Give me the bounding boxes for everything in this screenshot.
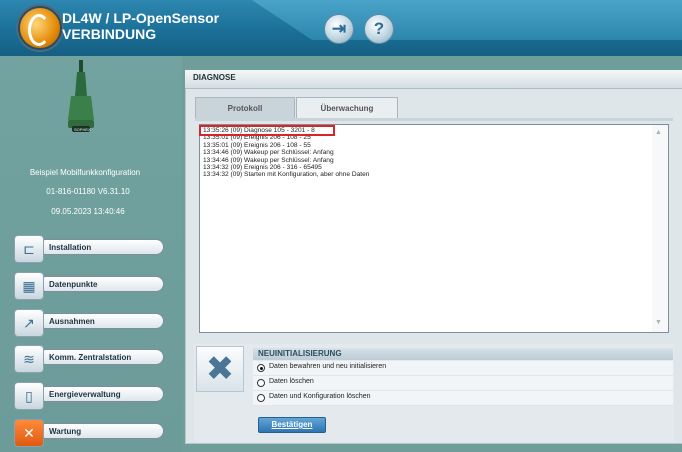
log-entry: 13:34:46 (09) Wakeup per Schlüssel: Anfa…	[203, 156, 334, 164]
log-entry: 13:34:32 (09) Ereignis 206 - 316 - 65495	[203, 164, 322, 172]
tab-protokoll[interactable]: Protokoll	[195, 97, 295, 118]
nav-wartung[interactable]: Wartung ✕	[14, 419, 170, 447]
battery-icon: ▯	[14, 382, 44, 410]
tab-ueberwachung[interactable]: Überwachung	[296, 97, 398, 118]
tab-strip	[195, 118, 673, 121]
reinit-title: NEUINITIALISIERUNG	[258, 349, 342, 358]
nav-wartung-label: Wartung	[38, 423, 164, 439]
nav-ausnahmen-label: Ausnahmen	[38, 313, 164, 329]
device-id-version: 01-816-01180 V6.31.10	[46, 187, 130, 196]
option-keep-data[interactable]: Daten bewahren und neu initialisieren	[253, 361, 673, 376]
nav-energieverwaltung-label: Energieverwaltung	[38, 386, 164, 402]
nav-installation[interactable]: Installation ⊏	[14, 235, 170, 263]
device-brand-label: SOPHEX	[74, 127, 91, 132]
tools-icon: ✕	[14, 419, 44, 447]
scroll-up-icon[interactable]: ▲	[655, 129, 662, 136]
confirm-button[interactable]: Bestätigen	[258, 417, 326, 433]
logo-power-icon	[28, 14, 50, 46]
nav-installation-label: Installation	[38, 239, 164, 255]
nav-komm-zentralstation[interactable]: Komm. Zentralstation ≋	[14, 345, 170, 373]
log-entry: 13:35:01 (09) Ereignis 206 - 108 - 55	[203, 141, 311, 149]
nav-datenpunkte[interactable]: Datenpunkte ▦	[14, 272, 170, 300]
help-icon[interactable]: ?	[364, 14, 394, 44]
log-entry-highlight	[199, 125, 335, 136]
cross-icon: ✖	[196, 346, 244, 392]
option-label: Daten löschen	[269, 378, 314, 385]
last-datetime: 09.05.2023 13:40:46	[51, 207, 125, 216]
radio-button[interactable]	[257, 379, 265, 387]
scroll-down-icon[interactable]: ▼	[655, 319, 662, 326]
radio-button-selected[interactable]	[257, 364, 265, 372]
table-icon: ▦	[14, 272, 44, 300]
option-label: Daten bewahren und neu initialisieren	[269, 363, 387, 370]
nav-datenpunkte-label: Datenpunkte	[38, 276, 164, 292]
nav-energieverwaltung[interactable]: Energieverwaltung ▯	[14, 382, 170, 410]
config-name: Beispiel Mobilfunkkonfiguration	[29, 168, 141, 177]
radio-button[interactable]	[257, 394, 265, 402]
log-scrollbar[interactable]: ▲ ▼	[652, 125, 668, 332]
nav-ausnahmen[interactable]: Ausnahmen ↗	[14, 309, 170, 337]
log-entry: 13:34:46 (09) Wakeup per Schlüssel: Anfa…	[203, 149, 334, 157]
chart-icon: ↗	[14, 309, 44, 337]
wifi-icon: ≋	[14, 345, 44, 373]
device-image	[68, 60, 94, 132]
log-entry: 13:34:32 (09) Starten mit Konfiguration,…	[203, 171, 370, 179]
panel-title: DIAGNOSE	[193, 73, 236, 82]
app-subtitle: VERBINDUNG	[62, 26, 157, 42]
plug-icon: ⊏	[14, 235, 44, 263]
panel-title-bar	[185, 70, 682, 89]
option-label: Daten und Konfiguration löschen	[269, 393, 371, 400]
app-title: DL4W / LP-OpenSensor	[62, 10, 220, 26]
option-delete-data[interactable]: Daten löschen	[253, 376, 673, 391]
door-exit-icon[interactable]: ⇥	[324, 14, 354, 44]
nav-komm-zentralstation-label: Komm. Zentralstation	[38, 349, 164, 365]
header-toolbar-tab	[252, 0, 682, 40]
option-delete-data-config[interactable]: Daten und Konfiguration löschen	[253, 391, 673, 406]
